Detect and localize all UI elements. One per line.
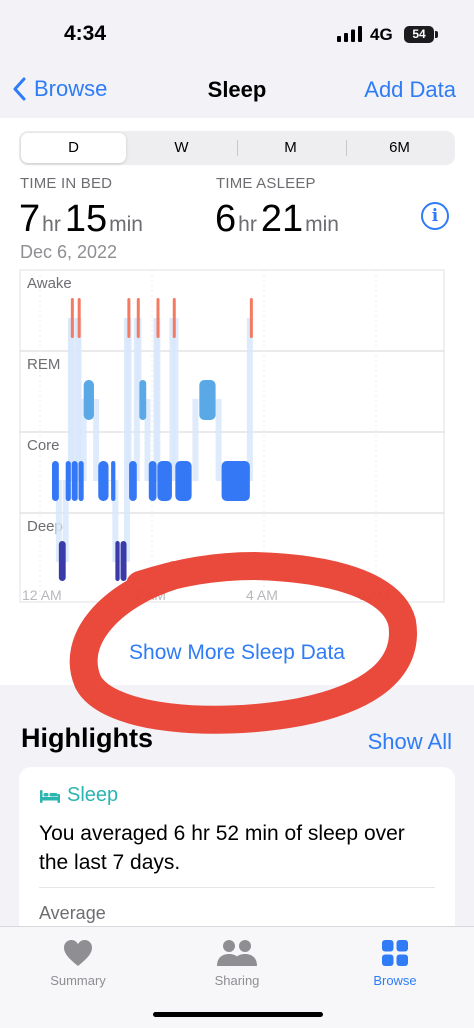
status-time: 4:34: [64, 22, 107, 45]
sleep-segment-core: [71, 461, 78, 501]
hr-unit: hr: [42, 213, 61, 236]
tab-browse-label: Browse: [373, 973, 417, 988]
min-unit: min: [109, 213, 143, 236]
stage-transition: [75, 318, 82, 481]
stage-transition: [154, 318, 161, 481]
cellular-signal-icon: [337, 26, 362, 42]
navigation-bar: Browse Sleep Add Data: [0, 62, 474, 118]
segment-week[interactable]: W: [129, 133, 234, 163]
time-in-bed-value: 7hr 15min: [19, 198, 147, 241]
stage-transition: [215, 399, 222, 481]
x-tick-label: 2 AM: [134, 587, 166, 603]
time-range-segmented-control: D W M 6M: [19, 131, 455, 165]
sleep-segment-core: [157, 461, 172, 501]
sleep-stages-chart: AwakeREMCoreDeep12 AM 2 AM 4 AM 6 AM: [19, 269, 445, 603]
sleep-segment-core: [129, 461, 137, 501]
people-icon: [217, 940, 257, 966]
sleep-segment-awake: [172, 298, 176, 338]
sleep-segment-deep: [120, 541, 127, 581]
tab-sharing[interactable]: Sharing: [177, 937, 297, 988]
sleep-segment-awake: [136, 298, 140, 338]
sleep-segment-deep: [58, 541, 66, 581]
sleep-segment-awake: [77, 298, 81, 338]
x-tick-label: 12 AM: [22, 587, 62, 603]
sleep-segment-awake: [156, 298, 160, 338]
sleep-segment-rem: [83, 380, 94, 420]
sleep-segment-deep: [115, 541, 120, 581]
sleep-segment-core: [51, 461, 59, 501]
stage-transition: [246, 318, 253, 481]
stage-transition: [68, 318, 75, 481]
tab-summary-label: Summary: [50, 973, 106, 988]
sleep-segment-core: [148, 461, 157, 501]
sleep-segment-awake: [249, 298, 253, 338]
stage-label-awake: Awake: [27, 275, 72, 292]
time-asleep-label: TIME ASLEEP: [216, 175, 316, 192]
time-in-bed-label: TIME IN BED: [20, 175, 113, 192]
stage-label-rem: REM: [27, 356, 60, 373]
time-asleep-hours: 6: [215, 198, 237, 240]
sleep-segment-core: [65, 461, 71, 501]
show-more-sleep-data-link[interactable]: Show More Sleep Data: [0, 641, 474, 665]
time-asleep-value: 6hr 21min: [215, 198, 343, 241]
sleep-highlight-card[interactable]: Sleep You averaged 6 hr 52 min of sleep …: [19, 767, 455, 937]
show-all-link[interactable]: Show All: [368, 729, 452, 755]
highlight-message: You averaged 6 hr 52 min of sleep over t…: [39, 822, 405, 874]
time-in-bed-hours: 7: [19, 198, 41, 240]
chart-date: Dec 6, 2022: [20, 242, 118, 262]
highlights-heading: Highlights: [21, 723, 153, 753]
hr-unit: hr: [238, 213, 257, 236]
tab-browse[interactable]: Browse: [335, 937, 455, 988]
sleep-segment-awake: [70, 298, 74, 338]
highlight-category: Sleep: [39, 784, 118, 807]
x-tick-label: 4 AM: [246, 587, 278, 603]
sleep-segment-core: [221, 461, 250, 501]
segment-six-months[interactable]: 6M: [347, 133, 452, 163]
x-tick-label: 6 AM: [358, 587, 390, 603]
status-bar: 4:34 4G 54: [0, 0, 474, 62]
network-type: 4G: [370, 25, 393, 44]
stage-transition: [125, 318, 132, 481]
grid-icon: [382, 940, 408, 966]
sleep-segment-rem: [139, 380, 147, 420]
stage-transition: [93, 399, 100, 481]
bed-icon: [40, 789, 60, 803]
sleep-segment-awake: [127, 298, 131, 338]
divider: [39, 887, 435, 888]
sleep-segment-core: [78, 461, 84, 501]
battery-tip: [435, 31, 438, 38]
tab-sharing-label: Sharing: [214, 973, 260, 988]
sleep-segment-core: [111, 461, 116, 501]
time-asleep-minutes: 21: [260, 198, 304, 240]
tab-summary[interactable]: Summary: [18, 937, 138, 988]
battery-icon: 54: [404, 26, 434, 43]
stage-transition: [172, 318, 179, 481]
segment-month[interactable]: M: [238, 133, 343, 163]
sleep-segment-core: [175, 461, 192, 501]
sleep-segment-rem: [199, 380, 216, 420]
time-in-bed-minutes: 15: [64, 198, 108, 240]
info-icon[interactable]: i: [421, 202, 449, 230]
highlight-category-label: Sleep: [67, 784, 119, 806]
heart-icon: [64, 940, 92, 966]
stage-label-core: Core: [27, 437, 60, 454]
segment-day[interactable]: D: [21, 133, 126, 163]
min-unit: min: [305, 213, 339, 236]
home-indicator: [153, 1012, 323, 1017]
sleep-segment-core: [98, 461, 109, 501]
highlight-subtitle: Average: [39, 903, 106, 923]
add-data-button[interactable]: Add Data: [364, 77, 456, 103]
stage-transition: [192, 399, 199, 481]
